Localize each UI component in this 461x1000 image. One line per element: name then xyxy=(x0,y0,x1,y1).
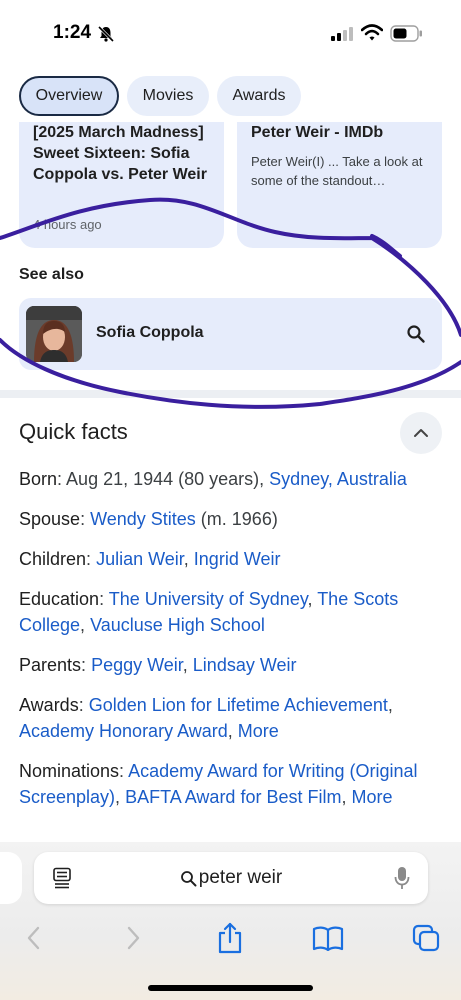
link-vaucluse-high-school[interactable]: Vaucluse High School xyxy=(90,615,265,635)
link-sydney-australia[interactable]: Sydney, Australia xyxy=(269,469,407,489)
address-bar[interactable]: peter weir xyxy=(34,852,428,904)
news-card-title: [2025 March Madness] Sweet Sixteen: Sofi… xyxy=(33,124,207,183)
link-wendy-stites[interactable]: Wendy Stites xyxy=(90,509,196,529)
news-card-timestamp: 4 hours ago xyxy=(33,217,102,232)
news-card-imdb[interactable]: Peter Weir - IMDb Peter Weir(I) ... Take… xyxy=(237,122,442,248)
avatar xyxy=(26,306,82,362)
link-julian-weir[interactable]: Julian Weir xyxy=(96,549,184,569)
see-also-name: Sofia Coppola xyxy=(96,324,204,341)
fact-label: Education xyxy=(19,589,100,609)
quick-facts-list: Born: Aug 21, 1944 (80 years), Sydney, A… xyxy=(19,466,439,824)
fact-born: Born: Aug 21, 1944 (80 years), Sydney, A… xyxy=(19,469,407,489)
fact-label: Awards xyxy=(19,695,79,715)
previous-tab-preview[interactable] xyxy=(0,852,22,904)
quick-facts-heading: Quick facts xyxy=(19,419,128,444)
link-more-awards[interactable]: More xyxy=(238,721,279,741)
tab-movies[interactable]: Movies xyxy=(127,76,209,116)
fact-label: Nominations xyxy=(19,761,120,781)
address-text: peter weir xyxy=(198,867,283,888)
see-also-heading: See also xyxy=(19,266,84,283)
tabs-icon xyxy=(412,924,440,952)
status-time: 1:24 xyxy=(53,22,92,43)
chevron-right-icon xyxy=(127,926,140,950)
chevron-up-icon xyxy=(414,429,428,437)
tabs-button[interactable] xyxy=(408,920,444,956)
search-icon xyxy=(407,325,425,343)
fact-awards: Awards: Golden Lion for Lifetime Achieve… xyxy=(19,695,393,741)
fact-nominations: Nominations: Academy Award for Writing (… xyxy=(19,761,418,807)
section-divider xyxy=(0,390,461,398)
link-peggy-weir[interactable]: Peggy Weir xyxy=(91,655,183,675)
cellular-signal-icon xyxy=(331,27,353,41)
link-golden-lion[interactable]: Golden Lion for Lifetime Achievement xyxy=(89,695,388,715)
address-content: peter weir xyxy=(34,867,428,889)
battery-icon xyxy=(390,25,422,42)
fact-label: Born xyxy=(19,469,58,489)
browser-toolbar xyxy=(0,920,461,960)
fact-parents: Parents: Peggy Weir, Lindsay Weir xyxy=(19,655,297,675)
fact-children: Children: Julian Weir, Ingrid Weir xyxy=(19,549,281,569)
result-tabs: Overview Movies Awards xyxy=(0,72,461,122)
news-card-title: Peter Weir - IMDb xyxy=(251,124,384,141)
link-lindsay-weir[interactable]: Lindsay Weir xyxy=(193,655,297,675)
wifi-icon xyxy=(361,24,383,41)
link-bafta-best-film[interactable]: BAFTA Award for Best Film xyxy=(125,787,341,807)
tab-awards[interactable]: Awards xyxy=(217,76,301,116)
fact-label: Spouse xyxy=(19,509,81,529)
share-icon xyxy=(218,922,242,954)
link-ingrid-weir[interactable]: Ingrid Weir xyxy=(194,549,281,569)
fact-value: Aug 21, 1944 (80 years), xyxy=(66,469,270,489)
see-also-item-sofia-coppola[interactable]: Sofia Coppola xyxy=(19,298,442,370)
share-button[interactable] xyxy=(212,920,248,956)
status-bar: 1:24 xyxy=(0,0,461,66)
collapse-button[interactable] xyxy=(400,412,442,454)
link-more-nominations[interactable]: More xyxy=(351,787,392,807)
news-card-snippet: Peter Weir(I) ... Take a look at some of… xyxy=(251,154,423,188)
chevron-left-icon xyxy=(27,926,40,950)
link-university-of-sydney[interactable]: The University of Sydney xyxy=(109,589,308,609)
fact-label: Parents xyxy=(19,655,82,675)
search-icon xyxy=(180,870,197,886)
back-button[interactable] xyxy=(16,920,52,956)
microphone-icon[interactable] xyxy=(394,866,410,890)
news-card-march-madness[interactable]: [2025 March Madness] Sweet Sixteen: Sofi… xyxy=(19,122,224,248)
fact-label: Children xyxy=(19,549,87,569)
browser-bottom-bar: peter weir xyxy=(0,842,461,1000)
home-indicator xyxy=(148,985,313,991)
fact-education: Education: The University of Sydney, The… xyxy=(19,589,399,635)
book-icon xyxy=(312,926,344,951)
fact-value: (m. 1966) xyxy=(195,509,278,529)
link-academy-honorary-award[interactable]: Academy Honorary Award xyxy=(19,721,228,741)
bookmarks-button[interactable] xyxy=(310,920,346,956)
tab-overview[interactable]: Overview xyxy=(19,76,119,116)
fact-spouse: Spouse: Wendy Stites (m. 1966) xyxy=(19,509,278,529)
bell-muted-icon xyxy=(97,25,115,43)
forward-button[interactable] xyxy=(115,920,151,956)
